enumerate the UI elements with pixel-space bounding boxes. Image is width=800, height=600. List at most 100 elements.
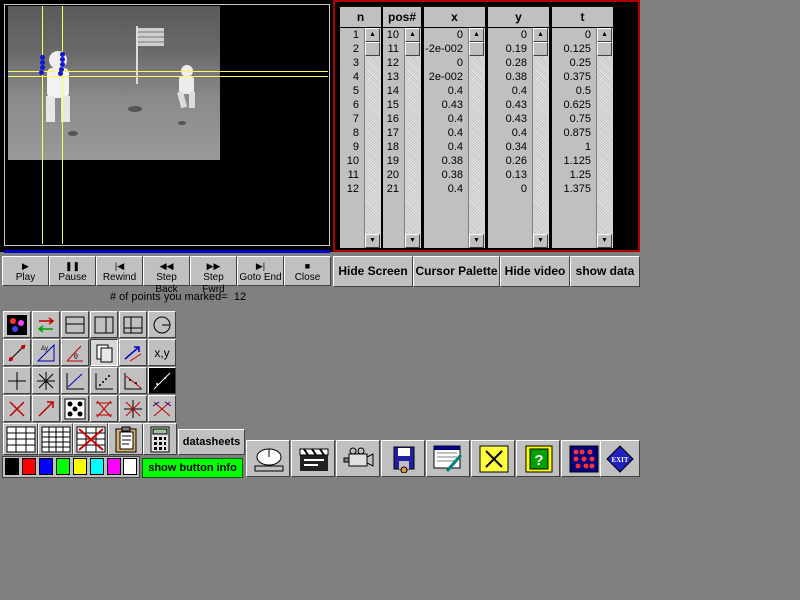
color-swatch-red[interactable] xyxy=(22,458,36,475)
scroll-down-arrow-icon[interactable]: ▼ xyxy=(469,234,484,248)
scroll-up-arrow-icon[interactable]: ▲ xyxy=(405,28,420,42)
color-swatch-blue[interactable] xyxy=(39,458,53,475)
delete-point-tool-button[interactable] xyxy=(3,395,31,422)
scrollbar[interactable]: ▲ ▼ xyxy=(468,28,485,248)
cross-lines-tool-button[interactable] xyxy=(90,395,118,422)
hide-screen-button[interactable]: Hide Screen xyxy=(333,256,413,287)
scroll-thumb[interactable] xyxy=(469,42,484,56)
rewind-icon: |◀ xyxy=(114,261,125,271)
svg-text:θ: θ xyxy=(74,352,78,361)
graph-window-icon xyxy=(433,445,463,472)
step-forward-button[interactable]: ▶▶ Step Fwrd xyxy=(190,256,237,295)
dots-tool-button[interactable] xyxy=(61,395,89,422)
scroll-up-arrow-icon[interactable]: ▲ xyxy=(365,28,380,42)
angle-tool-button[interactable]: θ xyxy=(61,339,89,366)
scrollbar[interactable]: ▲ ▼ xyxy=(404,28,421,248)
line-tool-button[interactable] xyxy=(3,339,31,366)
graph-edit-button[interactable] xyxy=(426,440,470,477)
scroll-down-arrow-icon[interactable]: ▼ xyxy=(597,234,612,248)
pause-button[interactable]: ❚❚ Pause xyxy=(49,256,96,286)
scroll-thumb[interactable] xyxy=(533,42,548,56)
save-disk-button[interactable] xyxy=(381,440,425,477)
delete-table-button[interactable] xyxy=(73,423,108,455)
scrollbar[interactable]: ▲ ▼ xyxy=(532,28,549,248)
play-button[interactable]: ▶ Play xyxy=(2,256,49,286)
copy-tool-button[interactable] xyxy=(90,339,118,366)
line-segment-icon xyxy=(8,344,26,362)
scroll-down-arrow-icon[interactable]: ▼ xyxy=(533,234,548,248)
calculator-button[interactable] xyxy=(143,423,177,455)
color-dots-tool-button[interactable] xyxy=(3,311,31,338)
xy-coordinates-button[interactable]: x,y xyxy=(148,339,176,366)
origin-tool-button[interactable] xyxy=(3,367,31,394)
color-swatch-yellow[interactable] xyxy=(73,458,87,475)
graph-tool-button[interactable] xyxy=(61,367,89,394)
circle-tool-button[interactable] xyxy=(148,311,176,338)
moon-rock xyxy=(68,131,78,136)
vertical-axis-tool-button[interactable] xyxy=(90,311,118,338)
x-marks-tool-button[interactable] xyxy=(148,395,176,422)
datasheets-button[interactable]: datasheets xyxy=(178,429,245,455)
color-swatch-white[interactable] xyxy=(123,458,137,475)
angle-theta-icon: θ xyxy=(66,345,83,362)
dark-scatter-icon xyxy=(153,372,171,390)
color-dots-icon xyxy=(7,315,27,335)
table-grid-button[interactable] xyxy=(38,423,73,455)
play-icon: ▶ xyxy=(22,261,29,271)
horizontal-axis-tool-button[interactable] xyxy=(61,311,89,338)
video-image[interactable] xyxy=(8,6,220,160)
goto-end-button[interactable]: ▶| Goto End xyxy=(237,256,284,286)
color-swatch-green[interactable] xyxy=(56,458,70,475)
scrollbar[interactable]: ▲ ▼ xyxy=(596,28,613,248)
scatter-tool-button[interactable] xyxy=(90,367,118,394)
star-rays-icon xyxy=(37,372,55,390)
mouse-tool-button[interactable] xyxy=(246,440,290,477)
cross-star-icon xyxy=(124,400,142,418)
close-button[interactable]: ■ Close xyxy=(284,256,331,286)
scroll-thumb[interactable] xyxy=(405,42,420,56)
calculator-icon xyxy=(150,426,170,453)
scroll-up-arrow-icon[interactable]: ▲ xyxy=(533,28,548,42)
color-swatch-black[interactable] xyxy=(5,458,19,475)
column-header: pos# xyxy=(383,7,421,28)
axes-tool-button[interactable] xyxy=(119,311,147,338)
clapperboard-button[interactable] xyxy=(291,440,335,477)
color-swatch-magenta[interactable] xyxy=(107,458,121,475)
swap-tool-button[interactable] xyxy=(32,311,60,338)
scroll-thumb[interactable] xyxy=(365,42,380,56)
marked-point xyxy=(39,70,44,75)
cross-star-tool-button[interactable] xyxy=(119,395,147,422)
clear-button[interactable] xyxy=(471,440,515,477)
scroll-thumb[interactable] xyxy=(597,42,612,56)
dark-scatter-tool-button[interactable] xyxy=(148,367,176,394)
video-panel xyxy=(0,0,333,252)
cursor-palette-button[interactable]: Cursor Palette xyxy=(413,256,500,287)
scatter-fit-tool-button[interactable] xyxy=(119,367,147,394)
show-button-info-button[interactable]: show button info xyxy=(142,458,243,478)
help-button[interactable]: ? xyxy=(516,440,560,477)
scroll-up-arrow-icon[interactable]: ▲ xyxy=(469,28,484,42)
column-x: x 0 -2e-002 0 2e-002 0.4 0.43 0.4 0.4 0.4 0.38 0.3… xyxy=(423,6,486,249)
clapperboard-icon xyxy=(299,448,329,471)
exit-button[interactable]: EXIT xyxy=(600,440,640,477)
vector-tool-button[interactable] xyxy=(119,339,147,366)
arrow-tool-button[interactable] xyxy=(32,395,60,422)
mouse-icon xyxy=(254,448,284,472)
scroll-down-arrow-icon[interactable]: ▼ xyxy=(405,234,420,248)
step-back-button[interactable]: ◀◀ Step Back xyxy=(143,256,190,295)
scrollbar[interactable]: ▲ ▼ xyxy=(364,28,381,248)
data-table-panel: n 1 2 3 4 5 6 7 8 9 10 11 12 ▲ ▼ pos# 10 11 12 13 14 15 16… xyxy=(333,0,640,252)
video-camera-button[interactable] xyxy=(336,440,380,477)
show-data-button[interactable]: show data xyxy=(570,256,640,287)
slope-tool-button[interactable]: Δy xyxy=(32,339,60,366)
hide-video-button[interactable]: Hide video xyxy=(500,256,570,287)
scroll-down-arrow-icon[interactable]: ▼ xyxy=(365,234,380,248)
color-swatch-cyan[interactable] xyxy=(90,458,104,475)
scroll-up-arrow-icon[interactable]: ▲ xyxy=(597,28,612,42)
clipboard-button[interactable] xyxy=(108,423,143,455)
dots-pattern-icon xyxy=(64,398,86,420)
star-rays-tool-button[interactable] xyxy=(32,367,60,394)
spreadsheet-button[interactable] xyxy=(3,423,38,455)
rewind-button[interactable]: |◀ Rewind xyxy=(96,256,143,286)
abacus-button[interactable] xyxy=(561,440,605,477)
